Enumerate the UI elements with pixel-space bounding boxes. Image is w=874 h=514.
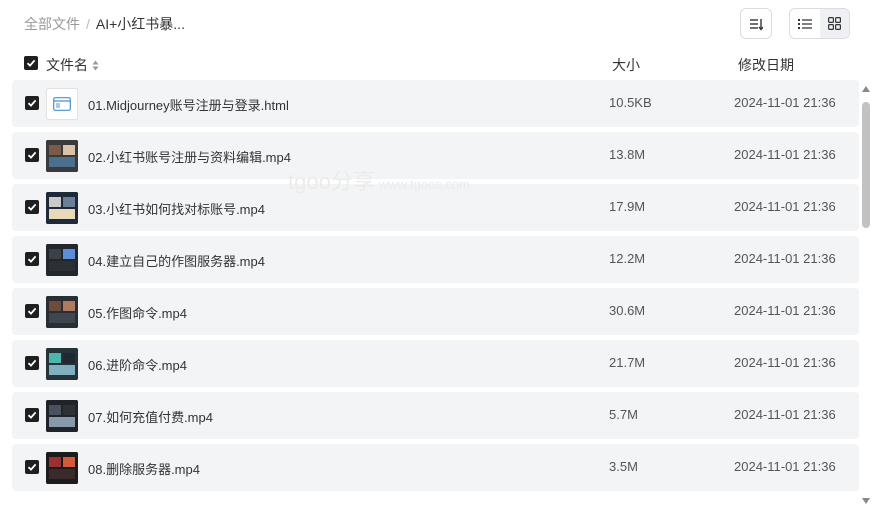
file-name[interactable]: 03.小红书如何找对标账号.mp4: [88, 199, 265, 218]
grid-view-icon: [827, 17, 841, 30]
file-modified-date: 2024-11-01 21:36: [734, 147, 836, 162]
file-row[interactable]: 03.小红书如何找对标账号.mp4 17.9M 2024-11-01 21:36: [12, 184, 859, 231]
file-modified-date: 2024-11-01 21:36: [734, 251, 836, 266]
video-thumbnail: [46, 348, 78, 380]
file-list-header: 文件名 大小 修改日期: [0, 50, 860, 78]
file-size: 5.7M: [609, 407, 638, 422]
list-view-icon: [797, 18, 812, 29]
file-size: 12.2M: [609, 251, 646, 266]
view-toggle: [789, 8, 850, 39]
video-thumbnail: [46, 400, 78, 432]
file-row[interactable]: 05.作图命令.mp4 30.6M 2024-11-01 21:36: [12, 288, 859, 335]
file-modified-date: 2024-11-01 21:36: [734, 459, 836, 474]
breadcrumb-current: AI+小红书暴...: [95, 16, 185, 32]
sort-icon: [750, 18, 763, 31]
column-header-size[interactable]: 大小: [612, 55, 640, 75]
video-thumbnail: [46, 140, 78, 172]
file-name[interactable]: 06.进阶命令.mp4: [88, 355, 187, 374]
row-checkbox[interactable]: [25, 96, 39, 110]
checkmark-icon: [27, 99, 37, 107]
column-header-date[interactable]: 修改日期: [738, 55, 794, 75]
scroll-up-arrow-icon[interactable]: [862, 86, 870, 92]
breadcrumb: 全部文件 / AI+小红书暴...: [24, 14, 185, 34]
file-modified-date: 2024-11-01 21:36: [734, 355, 836, 370]
html-file-icon: [46, 88, 78, 120]
scroll-down-arrow-icon[interactable]: [862, 498, 870, 504]
file-name[interactable]: 08.删除服务器.mp4: [88, 459, 200, 478]
breadcrumb-root-link[interactable]: 全部文件: [24, 14, 80, 34]
file-modified-date: 2024-11-01 21:36: [734, 95, 836, 110]
file-modified-date: 2024-11-01 21:36: [734, 303, 836, 318]
file-row[interactable]: 07.如何充值付费.mp4 5.7M 2024-11-01 21:36: [12, 392, 859, 439]
file-size: 17.9M: [609, 199, 646, 214]
video-thumbnail: [46, 452, 78, 484]
file-modified-date: 2024-11-01 21:36: [734, 407, 836, 422]
file-name[interactable]: 04.建立自己的作图服务器.mp4: [88, 251, 265, 270]
file-size: 21.7M: [609, 355, 646, 370]
file-size: 13.8M: [609, 147, 646, 162]
sort-toggle-icon: [92, 60, 99, 70]
checkmark-icon: [27, 411, 37, 419]
checkmark-icon: [27, 359, 37, 367]
grid-view-button[interactable]: [819, 9, 849, 38]
checkmark-icon: [26, 59, 36, 67]
file-row[interactable]: 01.Midjourney账号注册与登录.html 10.5KB 2024-11-0…: [12, 80, 859, 127]
row-checkbox[interactable]: [25, 408, 39, 422]
file-size: 10.5KB: [609, 95, 652, 110]
scrollbar[interactable]: [861, 82, 871, 512]
file-list: 01.Midjourney账号注册与登录.html 10.5KB 2024-11-0…: [12, 80, 859, 514]
video-thumbnail: [46, 296, 78, 328]
list-view-button[interactable]: [790, 9, 820, 38]
file-name[interactable]: 02.小红书账号注册与资料编辑.mp4: [88, 147, 291, 166]
file-size: 30.6M: [609, 303, 646, 318]
row-checkbox[interactable]: [25, 356, 39, 370]
row-checkbox[interactable]: [25, 252, 39, 266]
file-name[interactable]: 01.Midjourney账号注册与登录.html: [88, 95, 289, 114]
file-row[interactable]: 02.小红书账号注册与资料编辑.mp4 13.8M 2024-11-01 21:36: [12, 132, 859, 179]
checkmark-icon: [27, 151, 37, 159]
file-row[interactable]: 06.进阶命令.mp4 21.7M 2024-11-01 21:36: [12, 340, 859, 387]
scrollbar-thumb[interactable]: [862, 102, 870, 228]
row-checkbox[interactable]: [25, 460, 39, 474]
checkmark-icon: [27, 203, 37, 211]
file-name[interactable]: 07.如何充值付费.mp4: [88, 407, 213, 426]
checkmark-icon: [27, 307, 37, 315]
file-modified-date: 2024-11-01 21:36: [734, 199, 836, 214]
file-row[interactable]: 08.删除服务器.mp4 3.5M 2024-11-01 21:36: [12, 444, 859, 491]
sort-button[interactable]: [740, 8, 772, 39]
checkmark-icon: [27, 255, 37, 263]
video-thumbnail: [46, 244, 78, 276]
select-all-checkbox[interactable]: [24, 56, 38, 70]
checkmark-icon: [27, 463, 37, 471]
row-checkbox[interactable]: [25, 200, 39, 214]
column-header-name[interactable]: 文件名: [46, 55, 99, 75]
file-row[interactable]: 04.建立自己的作图服务器.mp4 12.2M 2024-11-01 21:36: [12, 236, 859, 283]
file-name[interactable]: 05.作图命令.mp4: [88, 303, 187, 322]
row-checkbox[interactable]: [25, 304, 39, 318]
breadcrumb-separator: /: [86, 16, 90, 32]
column-name-label: 文件名: [46, 57, 88, 73]
video-thumbnail: [46, 192, 78, 224]
row-checkbox[interactable]: [25, 148, 39, 162]
file-size: 3.5M: [609, 459, 638, 474]
